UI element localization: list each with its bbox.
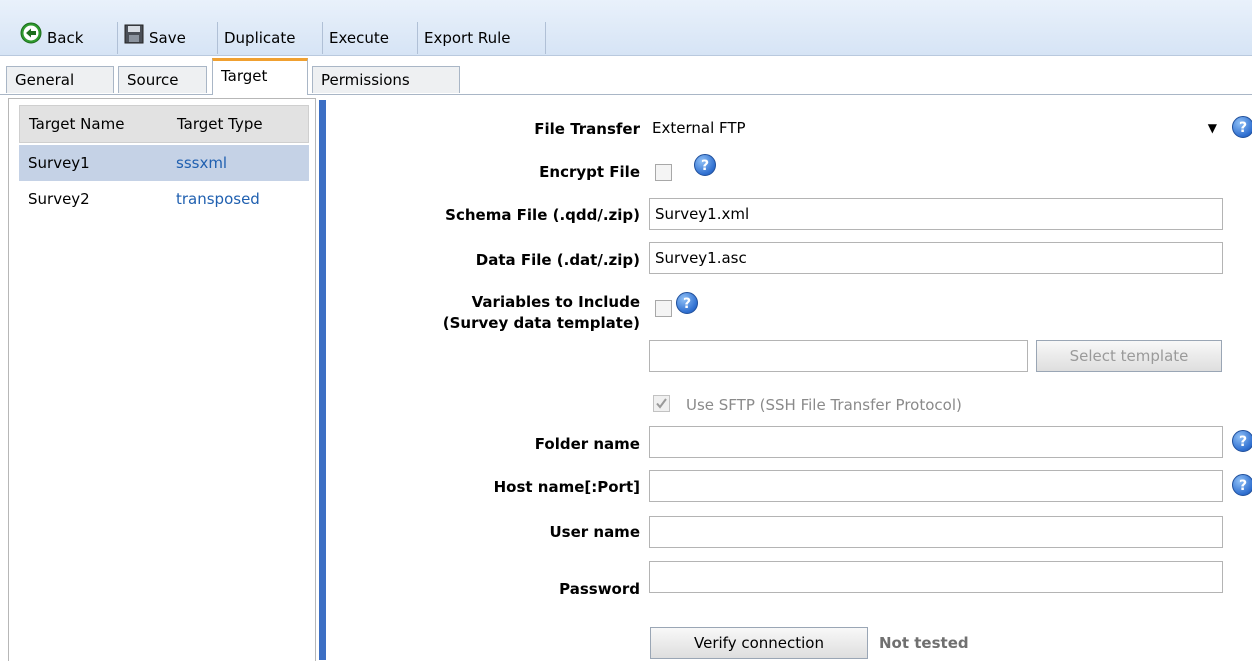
target-list-pane: Target Name Target Type Survey1 sssxml S… [8, 98, 316, 661]
user-name-input[interactable] [649, 516, 1223, 548]
help-question-icon[interactable]: ? [1232, 474, 1252, 496]
use-sftp-checkbox[interactable] [653, 395, 670, 412]
variables-label-line1: Variables to Include [471, 293, 640, 311]
back-label: Back [47, 29, 84, 47]
password-label: Password [559, 580, 640, 598]
execute-button[interactable]: Execute [323, 22, 418, 54]
variables-label-line2: (Survey data template) [442, 314, 640, 332]
variables-to-include-label: Variables to Include (Survey data templa… [443, 292, 640, 334]
export-rule-button[interactable]: Export Rule [418, 22, 546, 54]
host-name-input[interactable] [649, 470, 1223, 502]
help-question-icon[interactable]: ? [1232, 116, 1252, 138]
chevron-down-icon: ▼ [1207, 121, 1217, 135]
tab-general[interactable]: General [6, 66, 114, 93]
connection-status-text: Not tested [879, 634, 969, 652]
tab-target[interactable]: Target [212, 58, 308, 95]
tab-strip: General Source Target Permissions [0, 58, 1252, 95]
target-type-cell: transposed [176, 190, 260, 208]
file-transfer-value: External FTP [652, 119, 746, 137]
data-file-input[interactable] [649, 242, 1223, 274]
checkmark-icon [656, 398, 667, 409]
encrypt-file-label: Encrypt File [539, 163, 640, 181]
target-type-cell: sssxml [176, 154, 228, 172]
save-button[interactable]: Save [118, 22, 218, 54]
help-question-icon[interactable]: ? [1232, 430, 1252, 452]
user-name-label: User name [549, 523, 640, 541]
encrypt-file-checkbox[interactable] [655, 164, 672, 181]
file-transfer-label: File Transfer [534, 120, 640, 138]
tab-source[interactable]: Source [118, 66, 207, 93]
help-question-icon[interactable]: ? [694, 154, 716, 176]
target-name-cell: Survey2 [28, 190, 90, 208]
column-header-target-name: Target Name [29, 115, 125, 133]
select-template-button[interactable]: Select template [1036, 340, 1222, 372]
variables-to-include-checkbox[interactable] [655, 300, 672, 317]
pane-splitter[interactable] [319, 100, 326, 660]
column-header-target-type: Target Type [177, 115, 263, 133]
table-row[interactable]: Survey1 sssxml [19, 145, 309, 181]
password-input[interactable] [649, 561, 1223, 593]
data-file-label: Data File (.dat/.zip) [475, 251, 640, 269]
schema-file-label: Schema File (.qdd/.zip) [445, 206, 640, 224]
use-sftp-label: Use SFTP (SSH File Transfer Protocol) [686, 396, 962, 414]
target-name-cell: Survey1 [28, 154, 90, 172]
back-button[interactable]: Back [14, 22, 118, 54]
duplicate-button[interactable]: Duplicate [218, 22, 323, 54]
file-transfer-select[interactable]: External FTP ▼ [647, 112, 1225, 144]
folder-name-input[interactable] [649, 426, 1223, 458]
host-name-label: Host name[:Port] [493, 478, 640, 496]
target-list-header: Target Name Target Type [19, 105, 309, 143]
toolbar: Back Save Duplicate Execute Export Rule [0, 0, 1252, 56]
tab-permissions[interactable]: Permissions [312, 66, 460, 93]
verify-connection-button[interactable]: Verify connection [650, 627, 868, 659]
folder-name-label: Folder name [534, 435, 640, 453]
template-input[interactable] [649, 340, 1028, 372]
help-question-icon[interactable]: ? [676, 292, 698, 314]
save-label: Save [149, 29, 186, 47]
back-arrow-icon [20, 22, 42, 55]
schema-file-input[interactable] [649, 198, 1223, 230]
table-row[interactable]: Survey2 transposed [19, 181, 309, 217]
floppy-disk-icon [124, 23, 144, 55]
